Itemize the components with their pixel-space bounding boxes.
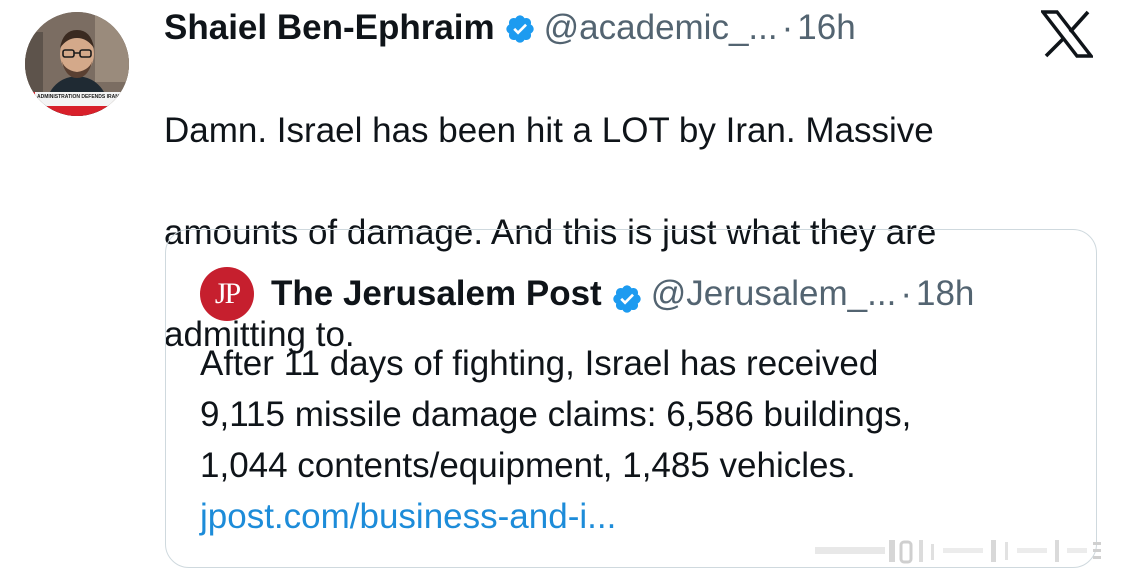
article-link[interactable]: jpost.com/business-and-i...	[200, 491, 1080, 542]
separator-dot: ·	[781, 8, 794, 47]
tweet-header: Shaiel Ben-Ephraim @academic_... · 16h	[164, 6, 856, 50]
separator-dot: ·	[900, 274, 912, 313]
avatar-caption: ADMINISTRATION DEFENDS IRAN	[37, 94, 119, 100]
quoted-text-line: 1,044 contents/equipment, 1,485 vehicles…	[200, 446, 856, 485]
jpost-logo-icon: JP	[200, 267, 254, 321]
quoted-tweet-card[interactable]: JP The Jerusalem Post @Jerusalem_... · 1…	[165, 229, 1097, 568]
quoted-text-line: 9,115 missile damage claims: 6,586 build…	[200, 395, 912, 434]
quoted-timestamp[interactable]: 18h	[916, 268, 974, 320]
quoted-display-name[interactable]: The Jerusalem Post	[271, 268, 602, 320]
quoted-tweet-text: After 11 days of fighting, Israel has re…	[200, 338, 1080, 542]
quoted-text-line: After 11 days of fighting, Israel has re…	[200, 344, 879, 383]
tweet-text-line: Damn. Israel has been hit a LOT by Iran.…	[164, 111, 934, 150]
quoted-handle[interactable]: @Jerusalem_...	[651, 268, 897, 320]
quoted-tweet-header: JP The Jerusalem Post @Jerusalem_... · 1…	[200, 267, 974, 321]
x-logo-icon	[1039, 10, 1095, 58]
handle[interactable]: @academic_...	[544, 6, 778, 50]
avatar[interactable]: ADMINISTRATION DEFENDS IRAN	[25, 12, 129, 116]
jpost-logo-text: JP	[214, 277, 241, 310]
verified-badge-icon	[611, 278, 643, 313]
verified-badge-icon	[504, 12, 536, 44]
timestamp[interactable]: 16h	[797, 6, 855, 50]
display-name[interactable]: Shaiel Ben-Ephraim	[164, 6, 495, 50]
watermark-graphic	[815, 538, 1105, 564]
avatar-photo	[25, 12, 129, 116]
